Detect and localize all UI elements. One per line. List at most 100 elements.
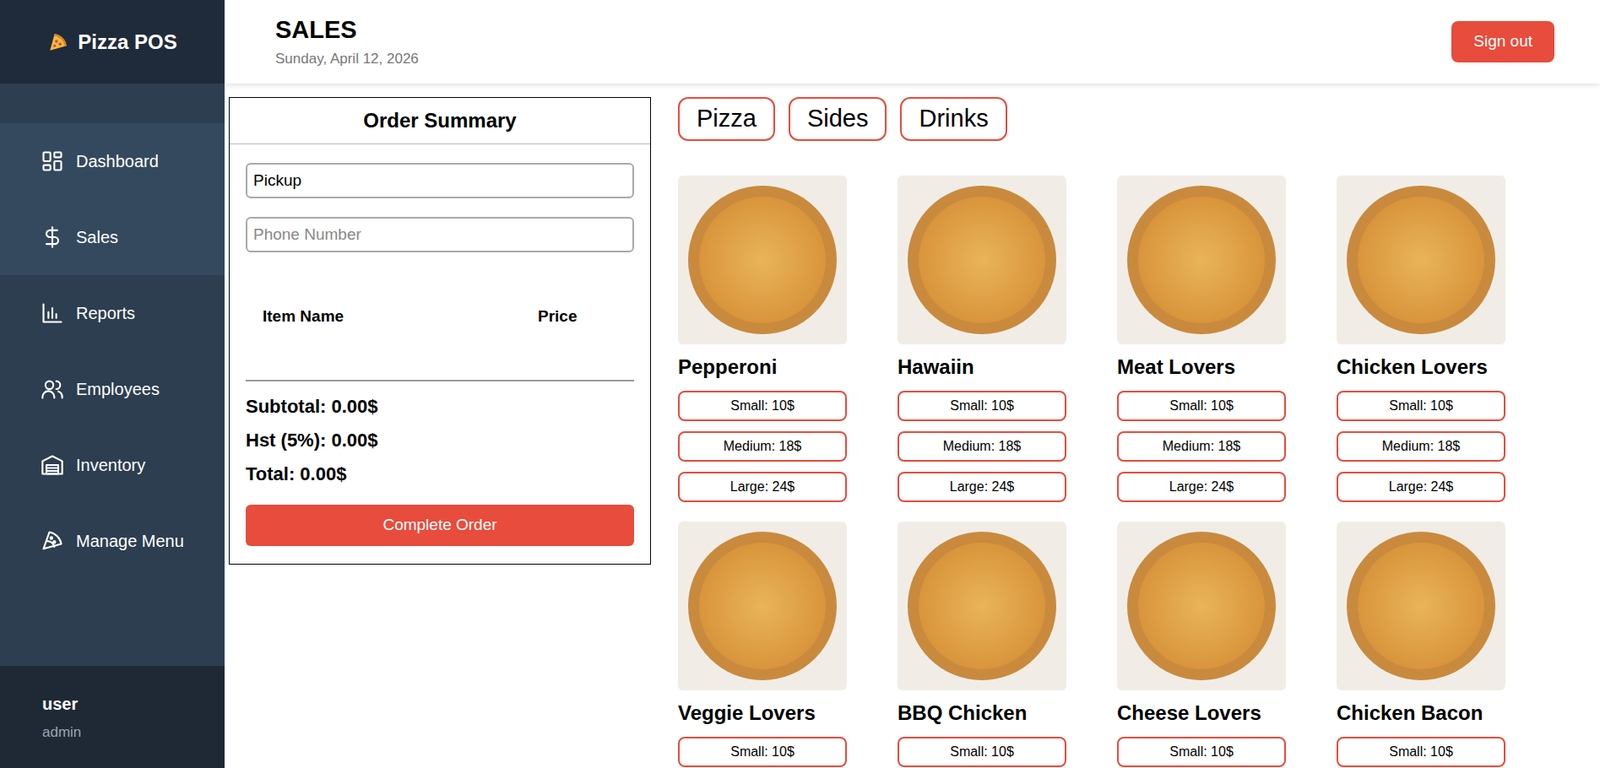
category-tab[interactable]: Sides	[788, 97, 888, 142]
sidebar-item[interactable]: Inventory	[0, 427, 225, 504]
item-name: Veggie Lovers	[677, 700, 847, 727]
sidebar-label[interactable]: Employees	[75, 376, 160, 402]
sidebar-item[interactable]: Manage Menu	[0, 503, 225, 580]
sidebar-nav: Dashboard Sales Reports Employees Inventory M…	[0, 123, 225, 580]
pizza-photo	[677, 175, 847, 345]
order-totals: Subtotal: 0.00$ Hst (5%): 0.00$ Total: 0.0…	[245, 395, 635, 487]
size-buttons: Small: 10$ Medium: 18$ Large: 24$	[1117, 390, 1286, 503]
users-icon	[40, 377, 65, 402]
pizza-photo	[1336, 521, 1506, 691]
sidebar-label[interactable]: Dashboard	[75, 148, 159, 174]
size-button[interactable]: Small: 10$	[1336, 737, 1506, 768]
menu-card: Meat Lovers Small: 10$ Medium: 18$ Large: 2…	[1117, 175, 1286, 503]
pizza-topping	[918, 542, 1046, 670]
size-button[interactable]: Large: 24$	[677, 471, 847, 503]
size-button[interactable]: Small: 10$	[1117, 390, 1286, 422]
pizza-photo	[897, 521, 1067, 691]
sidebar-label[interactable]: Sales	[75, 224, 119, 250]
sidebar-label[interactable]: Manage Menu	[75, 528, 185, 554]
size-button[interactable]: Small: 10$	[1117, 737, 1286, 768]
item-name: BBQ Chicken	[897, 700, 1067, 727]
order-type-field[interactable]	[245, 162, 635, 199]
size-button[interactable]: Small: 10$	[1336, 390, 1506, 422]
sidebar-item[interactable]: Employees	[0, 351, 225, 428]
user-role: admin	[42, 721, 225, 744]
size-buttons: Small: 10$	[1336, 737, 1506, 768]
category-tabs: Pizza Sides Drinks	[677, 97, 1506, 142]
item-name: Meat Lovers	[1117, 354, 1286, 380]
size-button[interactable]: Medium: 18$	[677, 431, 847, 462]
sidebar-label[interactable]: Inventory	[75, 452, 146, 478]
complete-order-button[interactable]: Complete Order	[245, 504, 635, 547]
column-header: Price	[537, 304, 577, 330]
size-buttons: Small: 10$	[1117, 737, 1286, 768]
user-panel: user admin	[0, 666, 225, 768]
header-titles: SALES Sunday, April 12, 2026	[275, 14, 419, 71]
pizza-crust	[1346, 185, 1496, 335]
menu-card: Chicken LoversSmall: 10$Medium: 18$Large…	[1336, 175, 1506, 503]
phone-field[interactable]	[245, 216, 635, 253]
sidebar: Pizza POS Dashboard Sales Reports Employees I…	[0, 0, 225, 768]
size-button[interactable]: Medium: 18$	[1336, 431, 1506, 462]
pizza-topping	[1138, 542, 1265, 670]
pizza-photo	[1117, 175, 1286, 345]
size-button[interactable]: Large: 24$	[1336, 471, 1506, 503]
sidebar-item[interactable]: Reports	[0, 275, 225, 352]
pizza-crust	[688, 531, 837, 681]
page-title: SALES	[275, 14, 419, 45]
size-button[interactable]: Small: 10$	[897, 737, 1067, 768]
sidebar-item[interactable]: Dashboard	[0, 123, 225, 200]
pizza-topping	[699, 196, 826, 324]
sidebar-item[interactable]: Sales	[0, 199, 225, 276]
size-button[interactable]: Medium: 18$	[897, 431, 1067, 462]
subtotal: Subtotal: 0.00$	[245, 395, 635, 419]
pizza-topping	[699, 542, 826, 670]
menu-card: Hawaiin Small: 10$ Medium: 18$ Large: 24$	[897, 175, 1067, 503]
warehouse-icon	[40, 453, 65, 478]
user-name: user	[42, 691, 225, 717]
order-title-bar: Order Summary	[229, 97, 651, 145]
menu-card: Chicken Bacon Small: 10$	[1336, 521, 1506, 768]
pizza-slice-icon	[40, 529, 65, 554]
size-button[interactable]: Large: 24$	[1117, 471, 1286, 503]
main: SALES Sunday, April 12, 2026 Sign out Order…	[224, 0, 1600, 768]
pizza-photo	[1117, 521, 1286, 691]
order-table-header: Item NamePrice	[245, 304, 635, 330]
menu-card: Veggie Lovers Small: 10$	[677, 521, 847, 768]
pizza-crust	[688, 185, 837, 335]
bar-chart-icon	[40, 301, 65, 326]
pizza-topping	[1138, 196, 1265, 324]
total: Total: 0.00$	[245, 462, 635, 487]
pizza-crust	[1127, 531, 1276, 681]
size-button[interactable]: Small: 10$	[677, 737, 847, 768]
order-items	[245, 329, 635, 382]
menu-card: Pepperoni Small: 10$ Medium: 18$ Large: 24$	[677, 175, 847, 503]
menu-card: BBQ Chicken Small: 10$	[897, 521, 1067, 768]
page-date: Sunday, April 12, 2026	[275, 48, 419, 71]
tax: Hst (5%): 0.00$	[245, 428, 635, 453]
sidebar-label[interactable]: Reports	[75, 300, 136, 326]
item-name: Pepperoni	[677, 354, 847, 380]
pizza-photo	[1336, 175, 1506, 345]
size-buttons: Small: 10$	[677, 737, 847, 768]
pizza-topping	[1357, 196, 1485, 324]
size-button[interactable]: Small: 10$	[897, 390, 1067, 422]
size-button[interactable]: Medium: 18$	[1117, 431, 1286, 462]
spacer	[0, 579, 225, 667]
category-tab[interactable]: Drinks	[900, 97, 1007, 142]
size-button[interactable]: Large: 24$	[897, 471, 1067, 503]
header: SALES Sunday, April 12, 2026 Sign out	[224, 0, 1600, 84]
sign-out-button[interactable]: Sign out	[1451, 21, 1555, 63]
column-header: Item Name	[262, 304, 538, 330]
item-name: Hawaiin	[897, 354, 1067, 380]
item-name: Chicken Bacon	[1336, 700, 1506, 727]
pizza-topping	[1357, 542, 1485, 670]
size-buttons: Small: 10$	[897, 737, 1067, 768]
dollar-icon	[40, 225, 65, 250]
category-tab[interactable]: Pizza	[677, 97, 776, 142]
app-title: Pizza POS	[77, 27, 177, 58]
size-buttons: Small: 10$ Medium: 18$ Large: 24$	[897, 390, 1067, 503]
pizza-crust	[1127, 185, 1276, 335]
menu-grid: Pepperoni Small: 10$ Medium: 18$ Large: 24$…	[677, 175, 1506, 768]
size-button[interactable]: Small: 10$	[677, 390, 847, 422]
